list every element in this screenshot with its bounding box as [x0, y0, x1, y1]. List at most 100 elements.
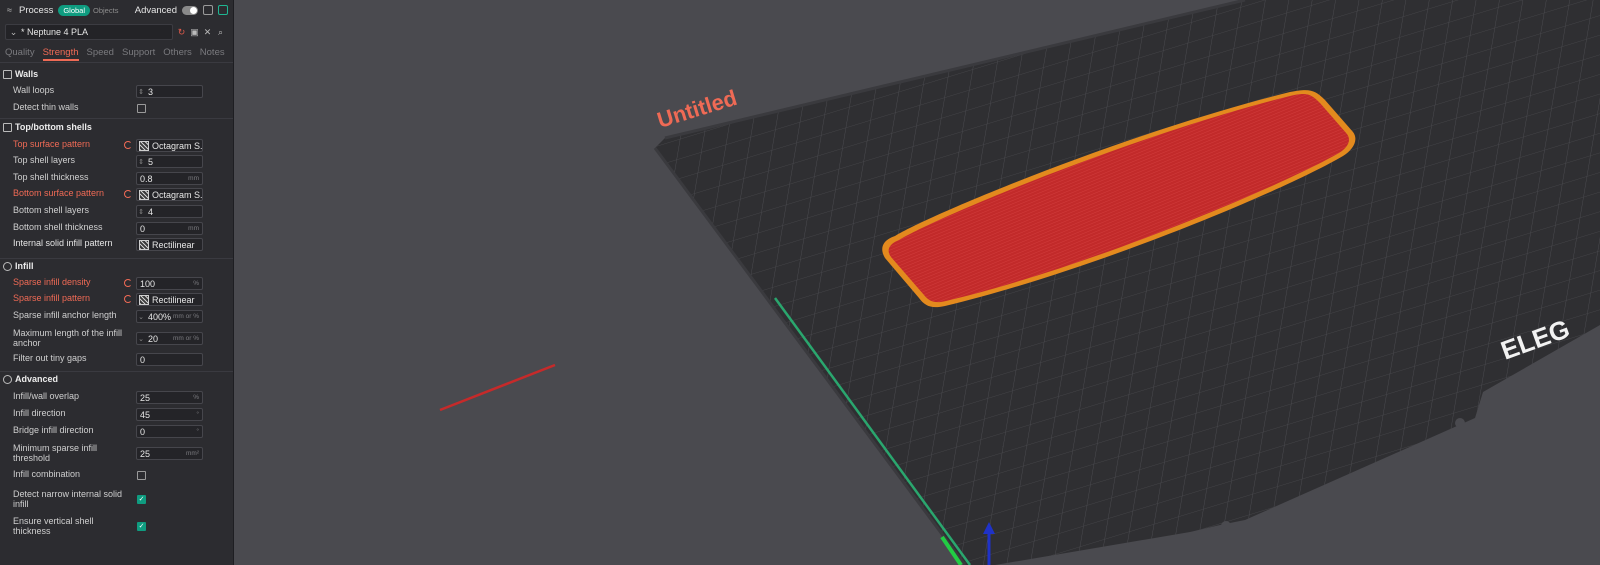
process-sidebar: ≈ Process Global Objects Advanced ⌄ * Ne… [0, 0, 234, 565]
bottom-surface-pattern-select[interactable]: Octagram S... [136, 188, 203, 201]
setting-label: Top shell layers [13, 155, 76, 165]
advanced-gears-icon [3, 374, 12, 384]
setting-label: Maximum length of the infill anchor [13, 328, 123, 348]
preset-row: ⌄ * Neptune 4 PLA ↻ ▣ ✕ ⌕ [5, 24, 227, 40]
field-value: 5 [148, 156, 154, 167]
field-value: Rectilinear [152, 294, 195, 305]
process-title: Process [19, 4, 54, 16]
shells-icon [3, 122, 12, 132]
section-infill-title: Infill [15, 261, 34, 271]
x-axis-line [439, 363, 556, 412]
setting-bottom-shell-thickness: Bottom shell thickness 0 mm [0, 222, 233, 236]
process-icon: ≈ [7, 5, 12, 15]
setting-top-shell-thickness: Top shell thickness 0.8 mm [0, 172, 233, 186]
scene-canvas[interactable]: Untitled ELEG [235, 0, 1600, 565]
infill-wall-overlap-input[interactable]: 25% [136, 391, 203, 404]
walls-icon [3, 69, 12, 79]
bottom-shell-layers-input[interactable]: ⇕ 4 [136, 205, 203, 218]
field-value: 4 [148, 206, 154, 217]
field-unit: mm or % [173, 313, 199, 320]
field-unit: % [193, 280, 199, 287]
scope-global-toggle[interactable]: Global [58, 4, 91, 16]
close-icon[interactable]: ✕ [203, 27, 212, 37]
setting-label: Wall loops [13, 85, 55, 95]
chevron-down-icon[interactable]: ⌄ [137, 335, 145, 343]
reset-icon[interactable] [124, 190, 132, 198]
field-unit: mm [188, 225, 199, 232]
tab-strength[interactable]: Strength [42, 47, 79, 61]
section-walls: Walls [3, 68, 38, 80]
sparse-infill-density-input[interactable]: 100% [136, 277, 203, 290]
sparse-infill-pattern-select[interactable]: Rectilinear [136, 293, 203, 306]
field-unit: % [193, 394, 199, 401]
top-shell-layers-input[interactable]: ⇕ 5 [136, 155, 203, 168]
tab-speed[interactable]: Speed [87, 47, 114, 61]
field-value: 20 [148, 333, 159, 344]
top-shell-thickness-input[interactable]: 0.8 mm [136, 172, 203, 185]
setting-bottom-shell-layers: Bottom shell layers ⇕ 4 [0, 205, 233, 219]
save-icon[interactable]: ▣ [190, 27, 199, 37]
advanced-toggle[interactable] [182, 5, 198, 15]
setting-label: Bottom shell thickness [13, 222, 103, 232]
min-sparse-infill-threshold-input[interactable]: 25 mm² [136, 447, 203, 460]
setting-internal-solid-infill-pattern: Internal solid infill pattern Rectilinea… [0, 238, 233, 252]
chevron-down-icon: ⌄ [9, 26, 18, 37]
tab-quality[interactable]: Quality [5, 47, 35, 61]
pattern-icon [139, 140, 149, 151]
internal-solid-infill-pattern-select[interactable]: Rectilinear [136, 238, 203, 251]
infill-direction-input[interactable]: 45 ° [136, 408, 203, 421]
max-infill-anchor-select[interactable]: ⌄ 20 mm or % [136, 332, 203, 345]
chevron-down-icon[interactable]: ⌄ [137, 313, 145, 321]
bottom-shell-thickness-input[interactable]: 0 mm [136, 222, 203, 235]
section-advanced: Advanced [3, 373, 58, 385]
setting-wall-loops: Wall loops ⇕ 3 [0, 85, 233, 99]
advanced-label: Advanced [134, 4, 177, 16]
top-surface-pattern-select[interactable]: Octagram S... [136, 139, 203, 152]
field-value: 100 [140, 278, 156, 289]
detect-thin-walls-checkbox[interactable] [137, 104, 146, 113]
3d-viewport[interactable]: Untitled ELEG [235, 0, 1600, 565]
spinner-icon[interactable]: ⇕ [137, 88, 145, 96]
setting-label: Top surface pattern [13, 139, 91, 149]
search-icon[interactable]: ⌕ [216, 27, 225, 37]
tab-notes[interactable]: Notes [200, 47, 225, 61]
setting-label: Detect thin walls [13, 102, 79, 112]
tab-others[interactable]: Others [163, 47, 192, 61]
preset-select[interactable]: ⌄ * Neptune 4 PLA [5, 24, 173, 40]
setting-bridge-infill-direction: Bridge infill direction 0 ° [0, 425, 233, 439]
setting-label: Filter out tiny gaps [13, 353, 87, 363]
field-value: 25 [140, 448, 151, 459]
setting-label: Bridge infill direction [13, 425, 94, 435]
field-value: Rectilinear [152, 239, 195, 250]
bridge-infill-direction-input[interactable]: 0 ° [136, 425, 203, 438]
scope-objects-toggle[interactable]: Objects [93, 6, 118, 15]
reset-icon[interactable]: ↻ [177, 27, 186, 37]
detect-narrow-internal-solid-infill-checkbox[interactable]: ✓ [137, 495, 146, 504]
filter-tiny-gaps-input[interactable]: 0 [136, 353, 203, 366]
section-infill: Infill [3, 260, 34, 272]
field-value: 0 [140, 223, 146, 234]
compare-icon[interactable] [203, 5, 213, 15]
setting-label: Top shell thickness [13, 172, 89, 182]
spinner-icon[interactable]: ⇕ [137, 158, 145, 166]
field-value: 0 [140, 354, 146, 365]
reset-icon[interactable] [124, 279, 132, 287]
grid-icon[interactable] [218, 5, 228, 15]
wall-loops-input[interactable]: ⇕ 3 [136, 85, 203, 98]
field-value: 25 [140, 392, 151, 403]
tab-support[interactable]: Support [122, 47, 155, 61]
pattern-icon [139, 294, 149, 305]
setting-sparse-infill-anchor-length: Sparse infill anchor length ⌄ 400% mm or % [0, 310, 233, 324]
setting-min-sparse-infill-threshold: Minimum sparse infill threshold 25 mm² [0, 443, 233, 463]
infill-icon [3, 261, 12, 271]
spinner-icon[interactable]: ⇕ [137, 208, 145, 216]
section-walls-title: Walls [15, 69, 39, 79]
sparse-infill-anchor-length-select[interactable]: ⌄ 400% mm or % [136, 310, 203, 323]
reset-icon[interactable] [124, 141, 132, 149]
reset-icon[interactable] [124, 295, 132, 303]
setting-bottom-surface-pattern: Bottom surface pattern Octagram S... [0, 188, 233, 202]
setting-infill-wall-overlap: Infill/wall overlap 25% [0, 391, 233, 405]
ensure-vertical-shell-thickness-checkbox[interactable]: ✓ [137, 522, 146, 531]
field-value: 45 [140, 409, 151, 420]
infill-combination-checkbox[interactable] [137, 471, 146, 480]
